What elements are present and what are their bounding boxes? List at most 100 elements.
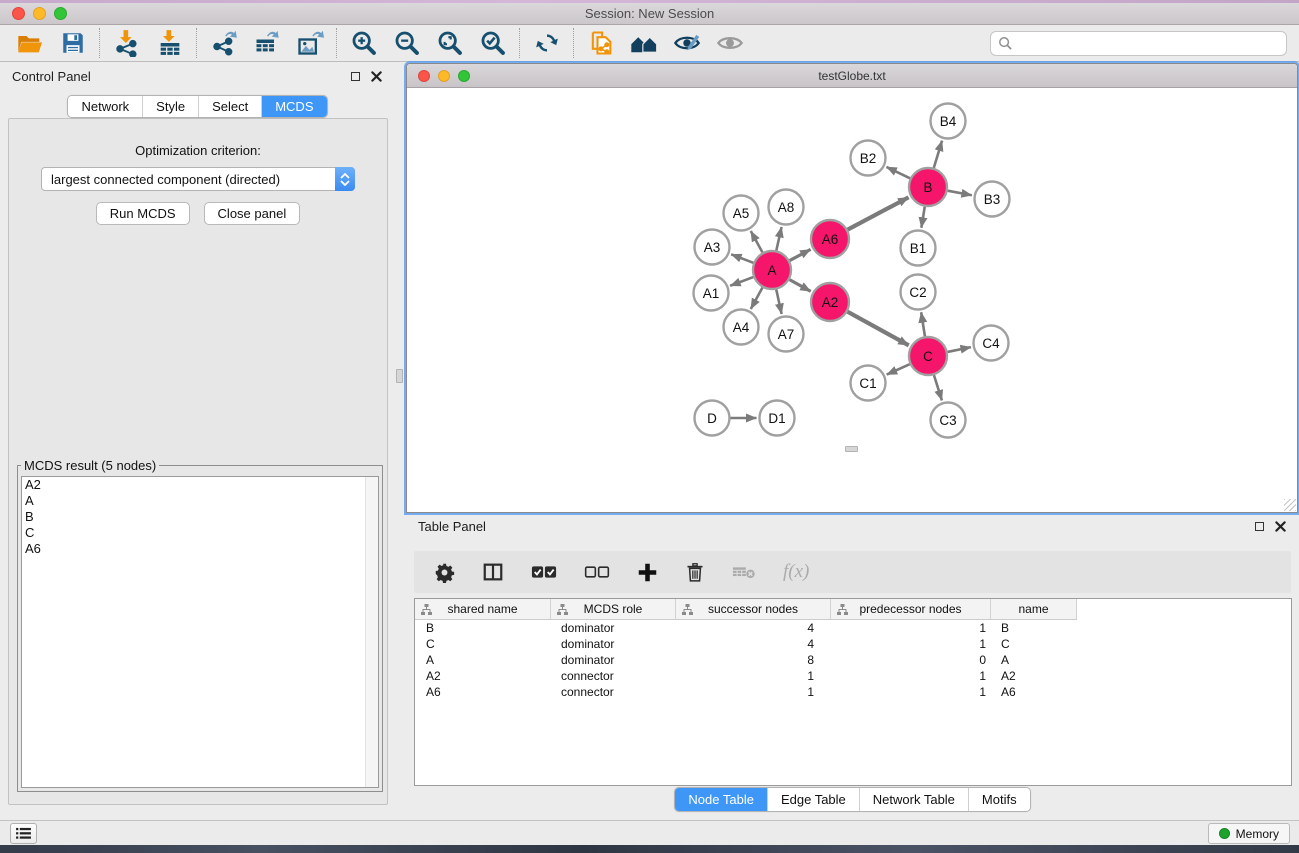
close-panel-button[interactable]: Close panel bbox=[204, 202, 301, 225]
scrollbar-track[interactable] bbox=[365, 477, 378, 787]
graph-node-D[interactable]: D bbox=[695, 401, 730, 436]
tab-select[interactable]: Select bbox=[198, 96, 261, 117]
clone-network-button[interactable] bbox=[579, 27, 622, 59]
graph-edge-C-C4[interactable] bbox=[948, 347, 971, 352]
export-table-button[interactable] bbox=[245, 27, 288, 59]
tab-network-table[interactable]: Network Table bbox=[859, 788, 968, 811]
graph-edge-B-B1[interactable] bbox=[921, 207, 924, 228]
bird-eye-view-button[interactable] bbox=[708, 27, 751, 59]
tab-mcds[interactable]: MCDS bbox=[261, 96, 326, 117]
column-header[interactable]: successor nodes bbox=[676, 599, 831, 620]
network-window-titlebar[interactable]: testGlobe.txt bbox=[407, 64, 1297, 88]
show-panels-button[interactable] bbox=[10, 823, 37, 844]
mcds-result-item[interactable]: A2 bbox=[22, 477, 378, 493]
tab-network[interactable]: Network bbox=[68, 96, 142, 117]
mcds-result-item[interactable]: A6 bbox=[22, 541, 378, 557]
search-input[interactable] bbox=[1013, 36, 1279, 51]
graph-edge-B-B4[interactable] bbox=[934, 141, 942, 168]
table-row[interactable]: Cdominator41C bbox=[415, 636, 1291, 652]
show-hide-graphics-button[interactable] bbox=[665, 27, 708, 59]
show-all-button[interactable] bbox=[622, 27, 665, 59]
column-header[interactable]: MCDS role bbox=[551, 599, 676, 620]
tab-style[interactable]: Style bbox=[142, 96, 198, 117]
graph-node-B3[interactable]: B3 bbox=[975, 182, 1010, 217]
table-row[interactable]: A6connector11A6 bbox=[415, 684, 1291, 700]
mcds-result-item[interactable]: B bbox=[22, 509, 378, 525]
graph-edge-C-C1[interactable] bbox=[887, 364, 910, 374]
zoom-in-button[interactable] bbox=[342, 27, 385, 59]
graph-node-A4[interactable]: A4 bbox=[724, 310, 759, 345]
column-header[interactable]: predecessor nodes bbox=[831, 599, 991, 620]
graph-node-D1[interactable]: D1 bbox=[760, 401, 795, 436]
tab-edge-table[interactable]: Edge Table bbox=[767, 788, 859, 811]
import-table-button[interactable] bbox=[148, 27, 191, 59]
graph-node-A1[interactable]: A1 bbox=[694, 276, 729, 311]
table-options-button[interactable] bbox=[434, 562, 455, 583]
graph-node-C[interactable]: C bbox=[909, 337, 947, 375]
graph-edge-A-A8[interactable] bbox=[776, 227, 781, 250]
graph-node-B4[interactable]: B4 bbox=[931, 104, 966, 139]
mcds-result-item[interactable]: A bbox=[22, 493, 378, 509]
apply-layout-button[interactable] bbox=[525, 27, 568, 59]
show-columns-button[interactable] bbox=[531, 564, 557, 580]
graph-node-A3[interactable]: A3 bbox=[695, 230, 730, 265]
graph-edge-B-B2[interactable] bbox=[886, 167, 910, 178]
zoom-out-button[interactable] bbox=[385, 27, 428, 59]
export-network-button[interactable] bbox=[202, 27, 245, 59]
import-network-button[interactable] bbox=[105, 27, 148, 59]
close-panel-icon[interactable] bbox=[1275, 521, 1286, 532]
graph-node-A7[interactable]: A7 bbox=[769, 317, 804, 352]
graph-edge-C-C2[interactable] bbox=[921, 312, 925, 336]
graph-edge-A-A3[interactable] bbox=[731, 254, 753, 263]
column-header[interactable]: shared name bbox=[415, 599, 551, 620]
optimization-criterion-select[interactable]: largest connected component (directed) bbox=[41, 167, 355, 191]
float-panel-icon[interactable] bbox=[1255, 522, 1264, 531]
graph-node-A6[interactable]: A6 bbox=[811, 220, 849, 258]
graph-node-A8[interactable]: A8 bbox=[769, 190, 804, 225]
close-panel-icon[interactable] bbox=[371, 71, 382, 82]
create-column-button[interactable] bbox=[637, 562, 658, 583]
graph-node-B2[interactable]: B2 bbox=[851, 141, 886, 176]
search-box[interactable] bbox=[990, 31, 1287, 56]
graph-edge-A2-C[interactable] bbox=[848, 312, 909, 346]
window-resize-handle[interactable] bbox=[1284, 499, 1296, 511]
table-row[interactable]: Bdominator41B bbox=[415, 620, 1291, 636]
save-session-button[interactable] bbox=[51, 27, 94, 59]
graph-node-A2[interactable]: A2 bbox=[811, 283, 849, 321]
graph-node-A[interactable]: A bbox=[753, 251, 791, 289]
graph-edge-A-A1[interactable] bbox=[730, 277, 753, 286]
run-mcds-button[interactable]: Run MCDS bbox=[96, 202, 190, 225]
graph-edge-A-A7[interactable] bbox=[776, 290, 781, 314]
zoom-selected-button[interactable] bbox=[471, 27, 514, 59]
export-image-button[interactable] bbox=[288, 27, 331, 59]
graph-edge-C-C3[interactable] bbox=[934, 375, 942, 400]
graph-edge-A-A5[interactable] bbox=[751, 231, 763, 252]
table-row[interactable]: A2connector11A2 bbox=[415, 668, 1291, 684]
graph-node-C4[interactable]: C4 bbox=[974, 326, 1009, 361]
graph-edge-A-A4[interactable] bbox=[751, 288, 763, 309]
split-panel-button[interactable] bbox=[482, 561, 504, 583]
delete-columns-button[interactable] bbox=[685, 562, 705, 583]
graph-node-B[interactable]: B bbox=[909, 168, 947, 206]
hide-columns-button[interactable] bbox=[584, 564, 610, 580]
column-header[interactable]: name bbox=[991, 599, 1077, 620]
graph-node-C3[interactable]: C3 bbox=[931, 403, 966, 438]
tab-motifs[interactable]: Motifs bbox=[968, 788, 1030, 811]
table-row[interactable]: Adominator80A bbox=[415, 652, 1291, 668]
horizontal-divider-handle[interactable] bbox=[845, 446, 858, 452]
mcds-result-list[interactable]: A2ABCA6 bbox=[21, 476, 379, 788]
graph-node-A5[interactable]: A5 bbox=[724, 196, 759, 231]
graph-edge-A-A6[interactable] bbox=[790, 249, 811, 260]
graph-node-C1[interactable]: C1 bbox=[851, 366, 886, 401]
float-panel-icon[interactable] bbox=[351, 72, 360, 81]
mcds-result-item[interactable]: C bbox=[22, 525, 378, 541]
memory-button[interactable]: Memory bbox=[1208, 823, 1290, 844]
vertical-divider-handle[interactable] bbox=[396, 369, 403, 383]
graph-node-B1[interactable]: B1 bbox=[901, 231, 936, 266]
graph-edge-A-A2[interactable] bbox=[790, 280, 811, 292]
open-session-button[interactable] bbox=[8, 27, 51, 59]
graph-edge-B-B3[interactable] bbox=[948, 191, 972, 196]
graph-edge-A6-B[interactable] bbox=[848, 197, 909, 229]
zoom-fit-button[interactable] bbox=[428, 27, 471, 59]
graph-node-C2[interactable]: C2 bbox=[901, 275, 936, 310]
